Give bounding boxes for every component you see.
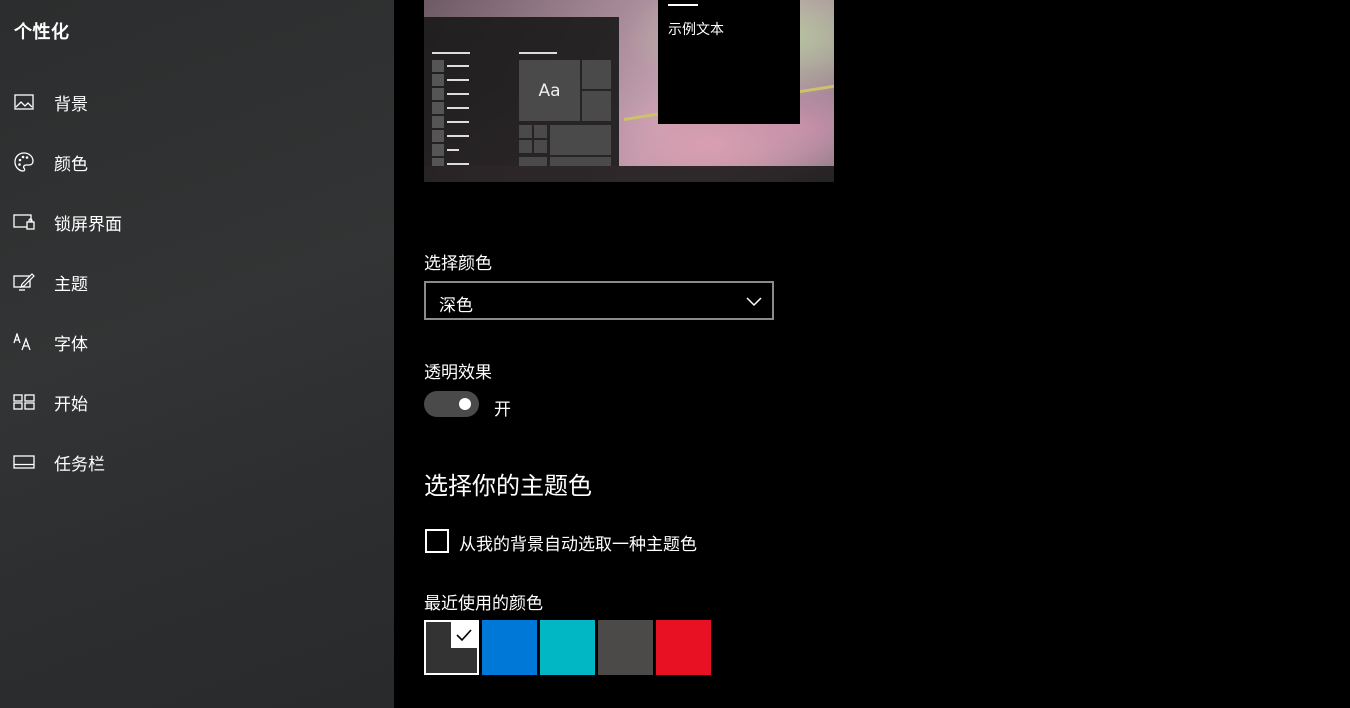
preview-taskbar bbox=[424, 166, 834, 182]
sidebar-item-start[interactable]: 开始 bbox=[0, 382, 394, 422]
choose-color-label: 选择颜色 bbox=[424, 254, 492, 274]
accent-heading: 选择你的主题色 bbox=[424, 472, 592, 500]
color-swatch[interactable] bbox=[598, 620, 653, 675]
color-mode-dropdown[interactable]: 深色 bbox=[424, 281, 774, 320]
color-swatch[interactable] bbox=[482, 620, 537, 675]
toggle-knob bbox=[459, 398, 471, 410]
sidebar-item-label: 任务栏 bbox=[54, 454, 105, 475]
sidebar: 个性化 背景 颜色 锁屏界面 主题 字体 开始 任务栏 bbox=[0, 0, 394, 708]
color-swatch[interactable] bbox=[656, 620, 711, 675]
sidebar-item-themes[interactable]: 主题 bbox=[0, 262, 394, 302]
transparency-state: 开 bbox=[494, 400, 511, 420]
sidebar-item-taskbar[interactable]: 任务栏 bbox=[0, 442, 394, 482]
sidebar-item-lock-screen[interactable]: 锁屏界面 bbox=[0, 202, 394, 242]
theme-preview: Aa 示例文本 bbox=[424, 0, 834, 182]
recent-colors-label: 最近使用的颜色 bbox=[424, 594, 543, 614]
image-icon bbox=[13, 91, 35, 113]
checkmark-icon bbox=[451, 622, 477, 648]
main-content: Aa 示例文本 选择颜色 深色 透明效果 开 选择你的主题色 从我的背景自动选取… bbox=[394, 0, 1350, 708]
sidebar-item-label: 颜色 bbox=[54, 154, 88, 175]
sidebar-item-label: 字体 bbox=[54, 334, 88, 355]
theme-icon bbox=[13, 271, 35, 293]
color-swatch[interactable] bbox=[424, 620, 479, 675]
transparency-label: 透明效果 bbox=[424, 363, 492, 383]
preview-window: 示例文本 bbox=[658, 0, 800, 124]
auto-accent-label: 从我的背景自动选取一种主题色 bbox=[459, 535, 697, 555]
color-mode-value: 深色 bbox=[439, 296, 473, 316]
lock-screen-icon bbox=[13, 211, 35, 233]
preview-start-tiles: Aa bbox=[519, 17, 619, 166]
sidebar-item-label: 主题 bbox=[54, 274, 88, 295]
palette-icon bbox=[13, 151, 35, 173]
sidebar-item-background[interactable]: 背景 bbox=[0, 82, 394, 122]
color-swatch[interactable] bbox=[540, 620, 595, 675]
sidebar-item-label: 开始 bbox=[54, 394, 88, 415]
sidebar-item-colors[interactable]: 颜色 bbox=[0, 142, 394, 182]
font-icon bbox=[13, 331, 35, 353]
auto-accent-checkbox[interactable] bbox=[425, 529, 449, 553]
sidebar-title: 个性化 bbox=[14, 22, 70, 43]
start-icon bbox=[13, 391, 35, 413]
sidebar-item-fonts[interactable]: 字体 bbox=[0, 322, 394, 362]
sidebar-item-label: 锁屏界面 bbox=[54, 214, 122, 235]
preview-sample-text: 示例文本 bbox=[668, 22, 724, 38]
preview-start-list bbox=[432, 17, 472, 166]
transparency-toggle[interactable] bbox=[424, 391, 479, 417]
taskbar-icon bbox=[13, 451, 35, 473]
sidebar-item-label: 背景 bbox=[54, 94, 88, 115]
chevron-down-icon bbox=[746, 293, 762, 307]
preview-tile-aa: Aa bbox=[519, 60, 580, 121]
preview-start-menu: Aa bbox=[424, 17, 619, 166]
settings-window: 个性化 背景 颜色 锁屏界面 主题 字体 开始 任务栏 Aa 示例文本 选择颜色… bbox=[0, 0, 1350, 708]
